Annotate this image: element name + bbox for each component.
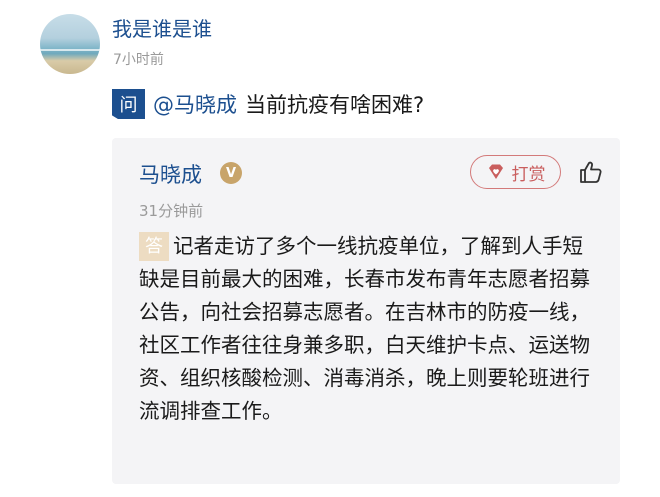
answer-badge: 答 bbox=[139, 232, 169, 261]
answer-text: 记者走访了多个一线抗疫单位，了解到人手短缺是目前最大的困难，长春市发布青年志愿者… bbox=[139, 234, 590, 423]
mention-link[interactable]: @马晓成 bbox=[153, 89, 237, 119]
answer-card: 马晓成 V 打赏 31分钟前 答记者走访了多个一线抗疫单位，了解到人手短缺是目前… bbox=[112, 138, 620, 484]
post-time: 7小时前 bbox=[113, 52, 164, 68]
answer-body: 答记者走访了多个一线抗疫单位，了解到人手短缺是目前最大的困难，长春市发布青年志愿… bbox=[139, 230, 599, 428]
thumbs-up-icon[interactable] bbox=[578, 159, 604, 185]
avatar-horizon bbox=[40, 49, 100, 51]
qa-post: 我是谁是谁 7小时前 问 @马晓成 当前抗疫有啥困难? 马晓成 V 打赏 31分… bbox=[0, 0, 660, 497]
tip-button[interactable]: 打赏 bbox=[470, 155, 561, 189]
question-badge: 问 bbox=[112, 89, 145, 119]
verified-badge: V bbox=[220, 162, 242, 184]
username[interactable]: 我是谁是谁 bbox=[112, 13, 212, 42]
diamond-heart-icon bbox=[488, 164, 503, 179]
tip-label: 打赏 bbox=[511, 164, 546, 184]
answer-time: 31分钟前 bbox=[139, 202, 204, 220]
question-text: 当前抗疫有啥困难? bbox=[245, 93, 425, 117]
answerer-name[interactable]: 马晓成 bbox=[139, 159, 202, 189]
avatar[interactable] bbox=[40, 14, 100, 74]
question-row: 问 @马晓成 当前抗疫有啥困难? bbox=[112, 88, 552, 120]
